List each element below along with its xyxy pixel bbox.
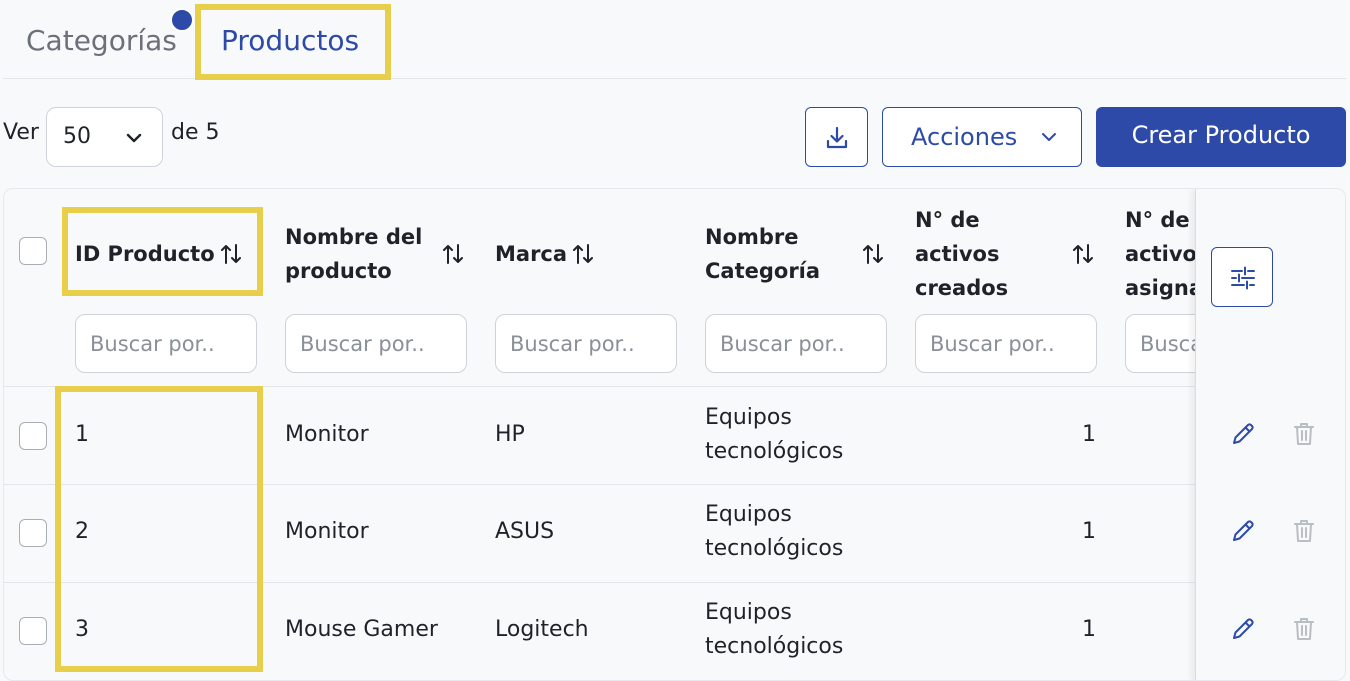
edit-icon[interactable] [1228,614,1258,644]
edit-icon[interactable] [1228,419,1258,449]
cell-marca: HP [495,422,525,447]
chevron-down-icon [126,133,142,143]
trash-icon[interactable] [1289,419,1319,449]
column-label-line: Categoría [705,259,821,283]
row-checkbox[interactable] [19,617,47,645]
cell-categoria-line: tecnológicos [705,634,844,659]
crear-producto-button[interactable]: Crear Producto [1096,107,1346,167]
cell-nombre: Mouse Gamer [285,617,438,642]
column-label-line: creados [915,276,1009,300]
row-checkbox[interactable] [19,422,47,450]
search-marca-input[interactable] [495,314,677,373]
page-size-label: Ver [3,120,39,145]
page-count-label: de 5 [171,120,220,145]
cell-categoria-line: tecnológicos [705,439,844,464]
search-nombre-producto-input[interactable] [285,314,467,373]
cell-marca: Logitech [495,617,589,642]
edit-icon[interactable] [1228,516,1258,546]
column-header-nombre-categoria[interactable]: Nombre Categoría [705,220,820,288]
table-row[interactable]: 3 Mouse Gamer Logitech Equipos tecnológi… [4,583,1345,680]
actions-column [1195,189,1345,680]
cell-nombre: Monitor [285,519,369,544]
crear-producto-label: Crear Producto [1131,121,1311,149]
cell-categoria-line: Equipos [705,405,792,430]
trash-icon[interactable] [1289,614,1319,644]
column-label-line: producto [285,259,392,283]
column-label-line: activos [915,242,1000,266]
cell-id: 1 [75,422,89,447]
tabs-divider [3,78,1346,79]
sort-icon[interactable] [220,241,242,267]
sort-icon[interactable] [1072,241,1094,267]
column-label-line: Nombre del [285,225,423,249]
cell-categoria-line: Equipos [705,502,792,527]
search-id-producto-input[interactable] [75,314,257,373]
cell-categoria: Equipos tecnológicos [705,498,843,566]
column-header-activos-creados[interactable]: N° de activos creados [915,203,1008,305]
cell-categoria-line: tecnológicos [705,536,844,561]
tab-categorias[interactable]: Categorías [26,24,177,57]
table-row[interactable]: 2 Monitor ASUS Equipos tecnológicos 1 [4,485,1345,582]
column-label-line: Nombre [705,225,799,249]
acciones-dropdown-button[interactable]: Acciones [882,107,1082,167]
cell-marca: ASUS [495,519,555,544]
search-activos-creados-input[interactable] [915,314,1097,373]
cell-categoria: Equipos tecnológicos [705,596,843,664]
notification-dot [170,8,194,32]
trash-icon[interactable] [1289,516,1319,546]
download-button[interactable] [805,107,868,167]
search-categoria-input[interactable] [705,314,887,373]
cell-categoria-line: Equipos [705,600,792,625]
products-table: ID Producto Nombre del producto Marca No… [3,188,1346,681]
cell-activos-creados: 1 [1082,422,1096,447]
page-size-select[interactable]: 50 [46,107,163,167]
cell-id: 3 [75,617,89,642]
column-label: ID Producto [75,242,215,266]
tab-productos[interactable]: Productos [221,24,359,57]
cell-id: 2 [75,519,89,544]
cell-activos-creados: 1 [1082,617,1096,642]
table-row[interactable]: 1 Monitor HP Equipos tecnológicos 1 [4,387,1345,484]
acciones-label: Acciones [911,123,1018,151]
cell-activos-creados: 1 [1082,519,1096,544]
column-settings-button[interactable] [1211,247,1273,307]
chevron-down-icon [1042,133,1056,141]
sort-icon[interactable] [442,241,464,267]
column-label-line: N° de [915,208,980,232]
row-checkbox[interactable] [19,519,47,547]
column-header-nombre-producto[interactable]: Nombre del producto [285,220,422,288]
column-header-marca[interactable]: Marca [495,237,567,271]
cell-nombre: Monitor [285,422,369,447]
select-all-checkbox[interactable] [19,237,47,265]
page-size-value: 50 [63,124,91,149]
column-header-id-producto[interactable]: ID Producto [75,237,215,271]
cell-categoria: Equipos tecnológicos [705,401,843,469]
sort-icon[interactable] [572,241,594,267]
sort-icon[interactable] [862,241,884,267]
sliders-icon [1231,266,1255,290]
column-label: Marca [495,242,568,266]
download-icon [826,126,848,149]
